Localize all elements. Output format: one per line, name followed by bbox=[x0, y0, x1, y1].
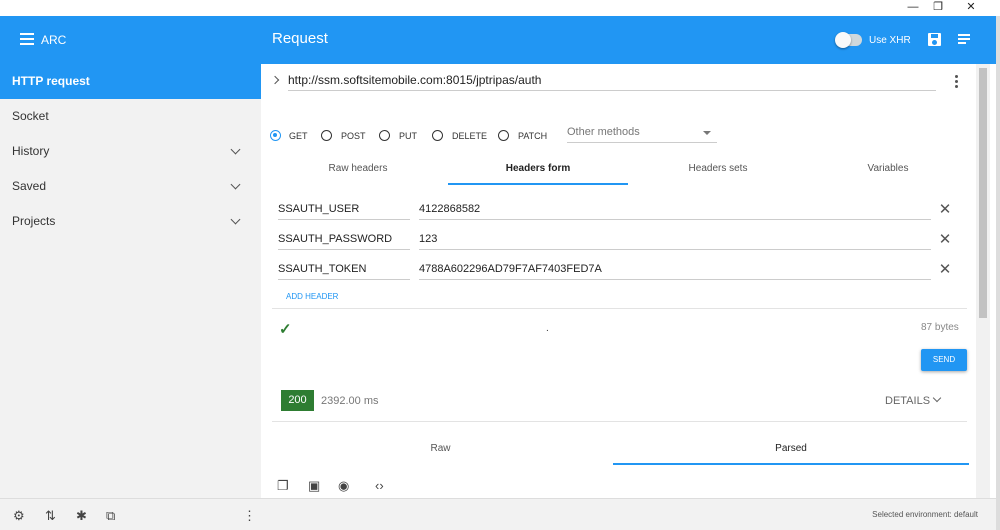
tab-parsed[interactable]: Parsed bbox=[613, 432, 969, 465]
method-radio-put[interactable] bbox=[379, 130, 390, 141]
window-edge bbox=[996, 16, 1000, 530]
remove-header-close-icon[interactable]: ✕ bbox=[938, 202, 952, 217]
header-value-input[interactable]: 123 bbox=[419, 230, 931, 250]
details-button[interactable]: DETAILS bbox=[885, 393, 942, 407]
spellcheck-valid-icon: ✓ bbox=[279, 321, 292, 338]
header-name-input[interactable]: SSAUTH_USER bbox=[278, 200, 410, 220]
toggle-knob bbox=[835, 32, 851, 48]
sidebar-item-label: History bbox=[12, 144, 50, 158]
window-titlebar: — ❐ ✕ bbox=[0, 0, 1000, 16]
save-icon[interactable] bbox=[928, 33, 941, 46]
maximize-button[interactable]: ❐ bbox=[923, 0, 953, 16]
chevron-down-icon bbox=[230, 179, 241, 190]
bug-report-icon[interactable]: ✱ bbox=[76, 508, 87, 524]
chevron-down-icon bbox=[230, 214, 241, 225]
tab-raw[interactable]: Raw bbox=[268, 432, 613, 465]
tab-variables[interactable]: Variables bbox=[798, 153, 978, 185]
app-name: ARC bbox=[41, 33, 67, 47]
remove-header-close-icon[interactable]: ✕ bbox=[938, 262, 952, 277]
archive-icon[interactable]: ▣ bbox=[308, 478, 320, 494]
selected-environment[interactable]: Selected environment: default bbox=[872, 510, 978, 519]
sidebar-item-label: Projects bbox=[12, 214, 56, 228]
more-vertical-icon[interactable]: ⋮ bbox=[243, 508, 256, 524]
copy-icon[interactable]: ❐ bbox=[277, 478, 289, 494]
chevron-down-icon bbox=[932, 393, 942, 403]
close-window-button[interactable]: ✕ bbox=[956, 0, 986, 16]
sidebar: HTTP request Socket History Saved Projec… bbox=[0, 64, 261, 498]
method-label-get: GET bbox=[289, 131, 308, 141]
scrollbar-thumb[interactable] bbox=[979, 68, 987, 318]
tab-raw-headers[interactable]: Raw headers bbox=[268, 153, 448, 185]
url-more-options-icon[interactable] bbox=[955, 75, 958, 90]
sidebar-item-http-request[interactable]: HTTP request bbox=[0, 64, 261, 99]
request-size: 87 bytes bbox=[921, 322, 959, 333]
sidebar-item-socket[interactable]: Socket bbox=[0, 99, 261, 134]
use-xhr-toggle[interactable] bbox=[835, 32, 862, 48]
hamburger-menu-icon[interactable] bbox=[20, 33, 34, 45]
send-button[interactable]: SEND bbox=[921, 349, 967, 371]
divider bbox=[272, 421, 967, 422]
method-label-post: POST bbox=[341, 131, 366, 141]
header-name-input[interactable]: SSAUTH_PASSWORD bbox=[278, 230, 410, 250]
body-dot: . bbox=[546, 323, 549, 334]
sidebar-item-history[interactable]: History bbox=[0, 134, 261, 169]
sort-menu-icon[interactable] bbox=[958, 34, 970, 46]
eye-icon[interactable]: ◉ bbox=[338, 478, 349, 494]
method-label-patch: PATCH bbox=[518, 131, 548, 141]
method-label-delete: DELETE bbox=[452, 131, 488, 141]
sidebar-item-label: Saved bbox=[12, 179, 47, 193]
settings-gear-icon[interactable]: ⚙ bbox=[13, 508, 25, 524]
use-xhr-label: Use XHR bbox=[869, 35, 911, 46]
code-icon[interactable]: ‹› bbox=[375, 478, 384, 493]
add-header-button[interactable]: ADD HEADER bbox=[286, 292, 338, 301]
tab-headers-form[interactable]: Headers form bbox=[448, 153, 628, 185]
chevron-down-icon bbox=[230, 144, 241, 155]
status-badge: 200 bbox=[281, 390, 314, 411]
remove-header-close-icon[interactable]: ✕ bbox=[938, 232, 952, 247]
header-value-input[interactable]: 4788A602296AD79F7AF7403FED7A bbox=[419, 260, 931, 280]
tab-headers-sets[interactable]: Headers sets bbox=[628, 153, 808, 185]
url-input[interactable]: http://ssm.softsitemobile.com:8015/jptri… bbox=[288, 73, 936, 91]
other-methods-dropdown[interactable]: Other methods bbox=[567, 126, 717, 143]
response-time: 2392.00 ms bbox=[321, 395, 379, 407]
sidebar-item-projects[interactable]: Projects bbox=[0, 204, 261, 239]
sidebar-item-label: HTTP request bbox=[12, 74, 90, 88]
method-radio-post[interactable] bbox=[321, 130, 332, 141]
header-value-input[interactable]: 4122868582 bbox=[419, 200, 931, 220]
footer-bar: ⚙ ⇅ ✱ ⧉ ⋮ Selected environment: default bbox=[0, 498, 996, 530]
sidebar-item-saved[interactable]: Saved bbox=[0, 169, 261, 204]
divider bbox=[272, 308, 967, 309]
header-name-input[interactable]: SSAUTH_TOKEN bbox=[278, 260, 410, 280]
other-methods-placeholder: Other methods bbox=[567, 126, 640, 138]
method-label-put: PUT bbox=[399, 131, 417, 141]
method-radio-get[interactable] bbox=[270, 130, 281, 141]
open-in-new-icon[interactable]: ⧉ bbox=[106, 508, 115, 524]
import-export-icon[interactable]: ⇅ bbox=[45, 508, 56, 524]
method-radio-patch[interactable] bbox=[498, 130, 509, 141]
method-radio-delete[interactable] bbox=[432, 130, 443, 141]
content-scrollbar[interactable] bbox=[976, 64, 990, 498]
dropdown-arrow-icon bbox=[703, 131, 711, 135]
sidebar-item-label: Socket bbox=[12, 109, 49, 123]
page-title: Request bbox=[272, 30, 328, 47]
details-label: DETAILS bbox=[885, 395, 931, 407]
app-bar: ARC Request Use XHR bbox=[0, 16, 996, 64]
